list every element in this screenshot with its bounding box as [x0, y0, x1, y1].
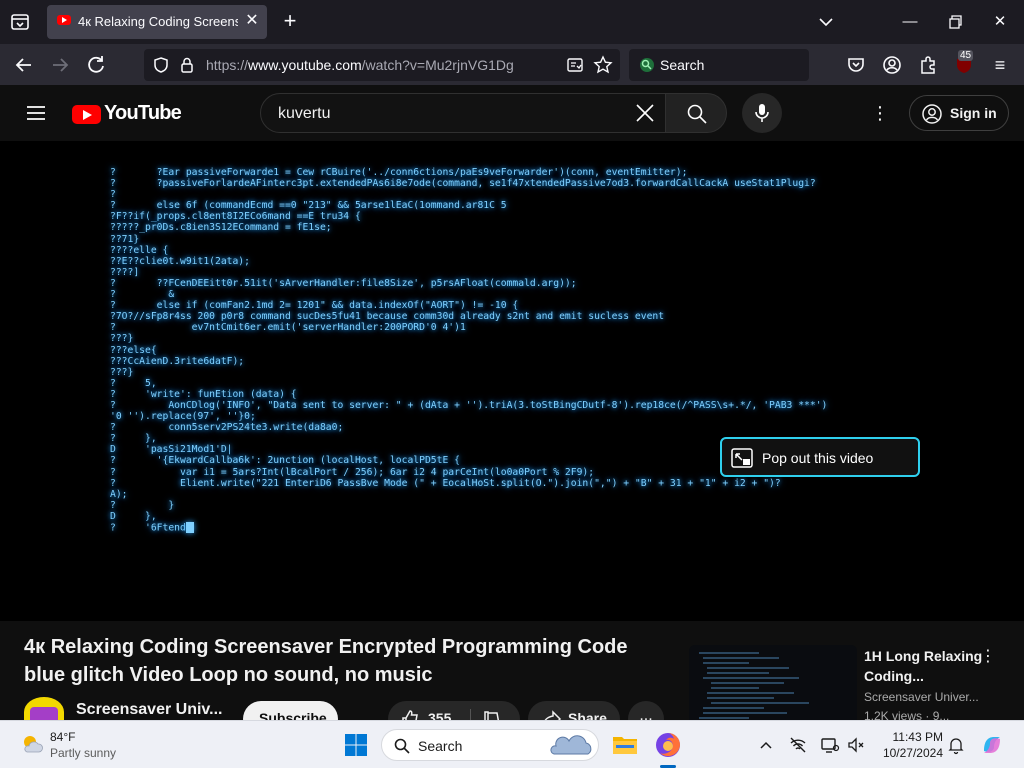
youtube-logo-text[interactable]: YouTube — [104, 102, 182, 125]
tab-list-icon[interactable] — [8, 10, 32, 34]
pop-out-label: Pop out this video — [762, 450, 874, 466]
more-options-icon[interactable]: ⋮ — [868, 101, 892, 125]
lock-icon[interactable] — [178, 56, 196, 74]
search-engine-icon — [638, 56, 656, 74]
clear-search-icon[interactable] — [635, 103, 655, 123]
reload-icon[interactable] — [84, 53, 108, 77]
network-offline-icon[interactable] — [788, 735, 808, 755]
youtube-logo-icon[interactable] — [72, 105, 101, 124]
browser-nav-bar: https://www.youtube.com/watch?v=Mu2rjnVG… — [0, 44, 1024, 85]
thumbnail-code-lines — [699, 652, 809, 719]
windows-taskbar: 84°F Partly sunny Search 11:43 PM 10/27/… — [0, 720, 1024, 768]
shield-icon[interactable] — [152, 56, 170, 74]
window-close-icon[interactable]: ✕ — [988, 10, 1012, 34]
video-player[interactable]: ? ?Ear passiveForwarde1 = Cew rCBuire('.… — [0, 141, 1024, 621]
browser-tab-bar: 4к Relaxing Coding Screensaver Encrypted… — [0, 0, 1024, 44]
picture-in-picture-icon — [731, 448, 753, 468]
taskbar-search-icon — [394, 738, 410, 754]
recommended-video-thumbnail[interactable] — [689, 645, 857, 730]
text-cursor — [185, 522, 194, 533]
recommended-video-channel: Screensaver Univer... — [864, 690, 979, 704]
clock-time[interactable]: 11:43 PM — [873, 730, 943, 744]
firefox-taskbar-icon[interactable] — [654, 731, 682, 759]
bookmark-star-icon[interactable] — [593, 55, 613, 75]
sign-in-button[interactable]: Sign in — [909, 95, 1009, 131]
notification-bell-icon[interactable] — [946, 735, 966, 755]
url-text: https://www.youtube.com/watch?v=Mu2rjnVG… — [206, 57, 514, 73]
hamburger-menu-icon[interactable] — [24, 101, 48, 125]
youtube-header: YouTube kuvertu ⋮ Sign in — [0, 85, 1024, 141]
clock-date[interactable]: 10/27/2024 — [873, 746, 943, 760]
weather-description[interactable]: Partly sunny — [50, 746, 116, 760]
pocket-icon[interactable] — [844, 53, 868, 77]
back-icon[interactable] — [12, 53, 36, 77]
search-highlight-clouds-icon — [550, 735, 592, 755]
video-code-content: ? ?Ear passiveForwarde1 = Cew rCBuire('.… — [110, 167, 828, 534]
display-icon[interactable] — [820, 735, 840, 755]
voice-search-button[interactable] — [742, 93, 782, 133]
channel-name[interactable]: Screensaver Univ... — [76, 701, 222, 719]
browser-search-box[interactable]: Search — [629, 49, 809, 81]
tab-title: 4к Relaxing Coding Screensaver Encrypted… — [78, 14, 238, 29]
youtube-favicon-icon — [57, 15, 71, 25]
user-circle-icon — [922, 104, 942, 124]
chevron-down-icon[interactable] — [818, 12, 834, 32]
extension-badge-count: 45 — [958, 50, 974, 61]
browser-tab-active[interactable]: 4к Relaxing Coding Screensaver Encrypted… — [47, 5, 267, 39]
video-frame-code-text: ? ?Ear passiveForwarde1 = Cew rCBuire('.… — [110, 167, 930, 534]
show-hidden-icons-chevron-icon[interactable] — [756, 735, 776, 755]
account-icon[interactable] — [880, 53, 904, 77]
taskbar-search-placeholder: Search — [418, 738, 463, 754]
browser-search-placeholder: Search — [660, 57, 705, 73]
minimize-icon[interactable]: — — [898, 10, 922, 34]
file-explorer-icon[interactable] — [612, 733, 638, 755]
youtube-search-button[interactable] — [665, 93, 727, 133]
reader-mode-icon[interactable] — [566, 56, 584, 74]
extensions-icon[interactable] — [916, 53, 940, 77]
microphone-icon — [755, 104, 769, 122]
video-title: 4к Relaxing Coding Screensaver Encrypted… — [24, 636, 628, 686]
pop-out-video-button[interactable]: Pop out this video — [720, 437, 920, 477]
windows-start-icon[interactable] — [344, 733, 368, 757]
recommended-video-menu-icon[interactable]: ⋮ — [980, 648, 996, 666]
sign-in-label: Sign in — [950, 105, 997, 121]
taskbar-search-box[interactable]: Search — [381, 729, 599, 761]
tab-close-icon[interactable]: ✕ — [243, 12, 261, 30]
partly-sunny-icon[interactable] — [20, 732, 44, 756]
restore-icon[interactable] — [943, 10, 967, 34]
url-bar[interactable]: https://www.youtube.com/watch?v=Mu2rjnVG… — [144, 49, 620, 81]
url-scheme: https:// — [206, 57, 249, 73]
new-tab-icon[interactable]: + — [280, 10, 300, 34]
recommended-video-title[interactable]: 1H Long Relaxing Coding... — [864, 646, 984, 686]
copilot-icon[interactable] — [980, 733, 1004, 757]
forward-icon[interactable] — [48, 53, 72, 77]
youtube-search-value: kuvertu — [278, 105, 331, 122]
volume-muted-icon[interactable] — [846, 735, 866, 755]
youtube-search-input[interactable]: kuvertu — [260, 93, 666, 133]
url-path: /watch?v=Mu2rjnVG1Dg — [361, 57, 514, 73]
url-host: www.youtube.com — [248, 57, 362, 73]
menu-icon[interactable]: ≡ — [988, 53, 1012, 77]
weather-temperature[interactable]: 84°F — [50, 730, 75, 744]
